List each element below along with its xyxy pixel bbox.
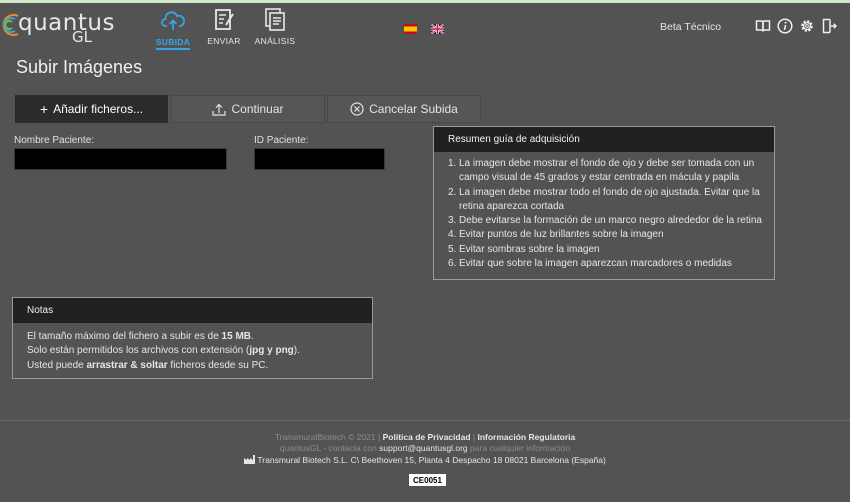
quantus-logo[interactable]: quantus GL (2, 8, 114, 46)
guide-item: 1. La imagen debe mostrar el fondo de ojo… (448, 158, 755, 184)
page-title: Subir Imágenes (16, 57, 143, 77)
cancel-circle-icon (350, 102, 364, 116)
footer-links: TransmuralBiotech © 2021 | Política de P… (274, 432, 576, 442)
guide-item: 4. Evitar puntos de luz brillantes sobre … (448, 229, 664, 241)
logout-icon[interactable] (821, 18, 837, 34)
ce-mark: CE0051 (409, 474, 446, 486)
acquisition-guide-panel: Resumen guía de adquisición 1. La imagen … (433, 126, 775, 280)
continue-button[interactable]: Continuar (171, 95, 325, 123)
info-icon[interactable] (777, 18, 793, 34)
notes-line-dragdrop: Usted puede arrastrar & soltar ficheros … (27, 359, 269, 371)
continue-label: Continuar (231, 102, 284, 116)
footer-address: Transmural Biotech S.L. C\ Beethoven 15,… (0, 455, 850, 465)
upload-icon (212, 103, 227, 116)
footer-contact: quantusGL - contacta con support@quantus… (279, 443, 571, 453)
guide-item: 3. Debe evitarse la formación de un marco… (448, 215, 762, 227)
footer-divider (0, 420, 850, 421)
guide-item: 6. Evitar que sobre la imagen aparezcan m… (448, 258, 732, 270)
nav-analisis[interactable]: ANÁLISIS (250, 8, 300, 46)
logo-word: quantus (18, 10, 115, 36)
patient-id-input[interactable] (254, 148, 385, 170)
guide-title: Resumen guía de adquisición (434, 127, 774, 152)
guide-item: 2. La imagen debe mostrar todo el fondo d… (448, 186, 760, 212)
gear-icon[interactable] (799, 18, 815, 34)
notes-line-formats: Solo están permitidos los archivos con e… (27, 345, 300, 357)
cancel-upload-button[interactable]: Cancelar Subida (327, 95, 481, 123)
add-files-label: Añadir ficheros... (53, 102, 144, 116)
notes-line-size: El tamaño máximo del fichero a subir es … (27, 331, 254, 342)
book-icon[interactable] (755, 18, 771, 34)
patient-name-label: Nombre Paciente: (14, 135, 95, 146)
support-email-link[interactable]: support@quantusgl.org (379, 443, 468, 453)
nav-label: ANÁLISIS (254, 36, 296, 46)
factory-icon (244, 455, 256, 464)
spanish-flag-icon[interactable] (404, 24, 417, 34)
notes-panel: Notas El tamaño máximo del fichero a sub… (12, 297, 373, 379)
nav-subida[interactable]: SUBIDA (148, 8, 198, 50)
nav-label: ENVIAR (207, 36, 241, 46)
cancel-upload-label: Cancelar Subida (369, 102, 458, 116)
uk-flag-icon[interactable] (431, 24, 444, 34)
logo-suffix: GL (72, 28, 92, 46)
user-name[interactable]: Beta Técnico (660, 21, 721, 33)
cloud-upload-icon (161, 11, 185, 30)
copyright-text: TransmuralBiotech © 2021 (274, 432, 376, 442)
privacy-link[interactable]: Política de Privacidad (383, 432, 471, 442)
notes-title: Notas (13, 298, 372, 323)
patient-id-label: ID Paciente: (254, 135, 309, 146)
top-accent-strip (0, 0, 850, 3)
plus-icon: + (39, 101, 49, 117)
nav-label: SUBIDA (155, 37, 191, 50)
analysis-document-icon (265, 8, 285, 31)
add-files-button[interactable]: + Añadir ficheros... (15, 95, 168, 123)
guide-item: 5. Evitar sombras sobre la imagen (448, 243, 600, 255)
guide-list: 1. La imagen debe mostrar el fondo de ojo… (434, 152, 774, 277)
regulatory-link[interactable]: Información Regulatoria (477, 432, 575, 442)
nav-enviar[interactable]: ENVIAR (199, 8, 249, 46)
send-document-icon (215, 9, 234, 30)
patient-name-input[interactable] (14, 148, 227, 170)
